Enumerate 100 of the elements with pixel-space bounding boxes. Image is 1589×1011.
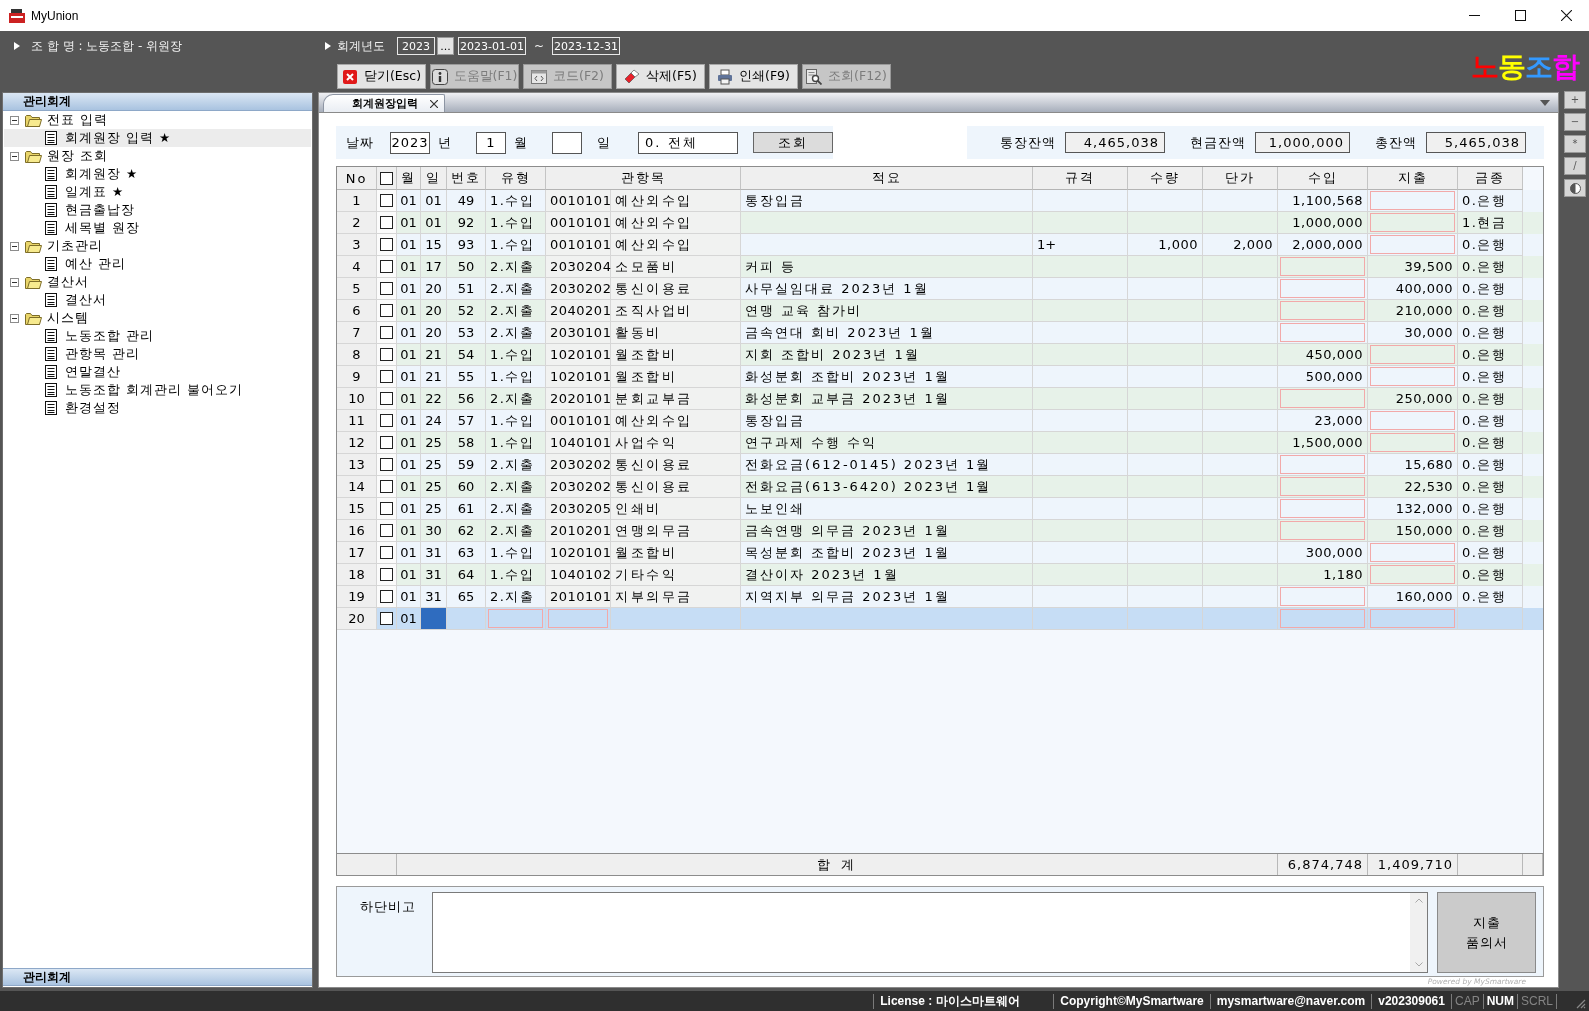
toolbar-button[interactable]: 인쇄(F9) [709,64,798,89]
row-checkbox[interactable] [380,480,393,493]
collapse-icon[interactable] [10,151,19,161]
table-row[interactable]: 4 01 17 50 2.지출 2030204 소모품비 커피 등 39,500 0.은행 [337,256,1543,278]
table-row[interactable]: 18 01 31 64 1.수입 1040102 기타수익 결산이자 2023년 1월 1,180 0.은행 [337,564,1543,586]
close-icon[interactable] [430,99,438,108]
row-checkbox[interactable] [380,348,393,361]
row-checkbox[interactable] [380,590,393,603]
table-row[interactable]: 5 01 20 51 2.지출 2030202 통신이용료 사무실임대료 2023년 1월 400,000 0.은행 [337,278,1543,300]
tree-item[interactable]: 연말결산 [45,363,121,381]
tree-item[interactable]: 노동조합 관리 [45,327,154,345]
maximize-icon[interactable] [1515,10,1526,21]
code-input-field[interactable] [548,609,608,628]
row-checkbox[interactable] [380,326,393,339]
tree-item[interactable]: 회계원장 ★ [45,165,139,183]
select-all-checkbox[interactable] [380,171,393,185]
tree-folder[interactable]: 원장 조회 [10,147,108,165]
tree-item[interactable]: 환경설정 [45,399,121,417]
tree-item[interactable]: 일계표 ★ [45,183,125,201]
table-row[interactable]: 7 01 20 53 2.지출 2030101 활동비 금속연대 회비 2023년 1월 30,000 0.은행 [337,322,1543,344]
table-row[interactable]: 1 01 01 49 1.수입 0010101 예산외수입 통장입금 1,100,568 0.은행 [337,190,1543,212]
day-field[interactable] [552,131,582,154]
table-row[interactable]: 6 01 20 52 2.지출 2040201 조직사업비 연맹 교육 참가비 210,000 0.은행 [337,300,1543,322]
tree-folder[interactable]: 시스템 [10,309,89,327]
amount-input-field[interactable] [1370,345,1455,364]
collapse-icon[interactable] [10,313,19,323]
table-row[interactable]: 19 01 31 65 2.지출 2010101 지부의무금 지역지부 의무금 2023년 1월 160,000 0.은행 [337,586,1543,608]
query-button[interactable]: 조회 [753,132,833,153]
collapse-icon[interactable] [10,241,19,251]
calculator-button[interactable]: * [1564,135,1586,153]
amount-input-field[interactable] [1280,521,1365,540]
tree-item[interactable]: 현금출납장 [45,201,135,219]
amount-input-field[interactable] [1280,323,1365,342]
amount-input-field[interactable] [1370,367,1455,386]
table-row[interactable]: 16 01 30 62 2.지출 2010201 연맹의무금 금속연맹 의무금 2023년 1월 150,000 0.은행 [337,520,1543,542]
end-date-field[interactable]: 2023-12-31 [552,37,621,55]
tree-item[interactable]: 관항목 관리 [45,345,140,363]
amount-input-field[interactable] [1370,433,1455,452]
year-field[interactable]: 2023 [390,131,430,154]
amount-input-field[interactable] [1370,411,1455,430]
table-row[interactable]: 15 01 25 61 2.지출 2030205 인쇄비 노보인쇄 132,000 0.은행 [337,498,1543,520]
row-checkbox[interactable] [380,370,393,383]
row-checkbox[interactable] [380,194,393,207]
amount-input-field[interactable] [1280,279,1365,298]
table-row[interactable]: 17 01 31 63 1.수입 1020101 월조합비 목성분회 조합비 2023년 1월 300,000 0.은행 [337,542,1543,564]
year-field[interactable]: 2023 [397,37,435,55]
table-row[interactable]: 11 01 24 57 1.수입 0010101 예산외수입 통장입금 23,000 0.은행 [337,410,1543,432]
memo-field[interactable] [432,892,1428,973]
table-row[interactable]: 2 01 01 92 1.수입 0010101 예산외수입 1,000,000 1.현금 [337,212,1543,234]
amount-input-field[interactable] [1370,191,1455,210]
amount-input-field[interactable] [1370,213,1455,232]
row-checkbox[interactable] [380,524,393,537]
amount-input-field[interactable] [1280,389,1365,408]
calculator-button[interactable]: / [1564,157,1586,175]
row-checkbox[interactable] [380,546,393,559]
amount-input-field[interactable] [1370,543,1455,562]
row-checkbox[interactable] [380,414,393,427]
row-checkbox[interactable] [380,238,393,251]
amount-input-field[interactable] [1280,499,1365,518]
picker-button[interactable]: ... [437,37,454,55]
day-input-field[interactable] [421,608,446,629]
type-input-field[interactable] [488,609,543,628]
row-checkbox[interactable] [380,282,393,295]
amount-input-field[interactable] [1370,235,1455,254]
month-field[interactable]: 1 [476,131,506,154]
close-icon[interactable] [1561,10,1572,21]
table-row[interactable]: 3 01 15 93 1.수입 0010101 예산외수입 1+ 1,000 2,000 2,000,000 0.은행 [337,234,1543,256]
row-checkbox[interactable] [380,568,393,581]
row-checkbox[interactable] [380,216,393,229]
table-row[interactable]: 20 01 [337,608,1543,630]
amount-input-field[interactable] [1280,609,1365,628]
tree-folder[interactable]: 결산서 [10,273,89,291]
scope-field[interactable]: 0. 전체 [638,131,738,154]
tree-item[interactable]: 노동조합 회계관리 불어오기 [45,381,243,399]
amount-input-field[interactable] [1280,477,1365,496]
amount-input-field[interactable] [1280,455,1365,474]
toolbar-button[interactable]: 닫기(Esc) [337,64,426,89]
tree-item[interactable]: 예산 관리 [45,255,126,273]
amount-input-field[interactable] [1280,587,1365,606]
row-checkbox[interactable] [380,436,393,449]
row-checkbox[interactable] [380,612,393,625]
table-row[interactable]: 9 01 21 55 1.수입 1020101 월조합비 화성분회 조합비 2023년 1월 500,000 0.은행 [337,366,1543,388]
approval-button[interactable]: 지출 품의서 [1437,892,1536,973]
toolbar-button[interactable]: 삭제(F5) [616,64,705,89]
table-row[interactable]: 12 01 25 58 1.수입 1040101 사업수익 연구과제 수행 수익 1,500,000 0.은행 [337,432,1543,454]
tree-item[interactable]: 회계원장 입력 ★ [4,129,311,147]
collapse-icon[interactable] [10,115,19,125]
resize-grip-icon[interactable] [1575,998,1586,1009]
tree-folder[interactable]: 기초관리 [10,237,103,255]
tree-folder[interactable]: 전표 입력 [10,111,108,129]
calculator-button[interactable]: − [1564,113,1586,131]
row-checkbox[interactable] [380,502,393,515]
tree-item[interactable]: 세목별 원장 [45,219,140,237]
table-row[interactable]: 10 01 22 56 2.지출 2020101 분회교부금 화성분회 교부금 2023년 1월 250,000 0.은행 [337,388,1543,410]
contrast-button[interactable] [1564,179,1586,197]
row-checkbox[interactable] [380,458,393,471]
tree-item[interactable]: 결산서 [45,291,107,309]
tab[interactable]: 회계원장입력 [323,94,445,112]
row-checkbox[interactable] [380,304,393,317]
calculator-button[interactable]: + [1564,91,1586,109]
